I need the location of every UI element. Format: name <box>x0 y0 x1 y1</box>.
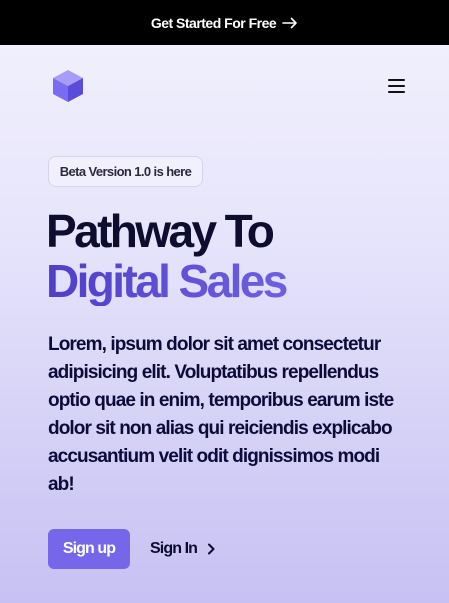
hero-headline: Pathway To Digital Sales <box>46 206 426 306</box>
headline-line-1: Pathway To <box>46 205 275 257</box>
get-started-label: Get Started For Free <box>150 14 277 31</box>
beta-badge: Beta Version 1.0 is here <box>48 156 203 187</box>
get-started-banner[interactable]: Get Started For Free <box>0 0 449 45</box>
signin-label: Sign In <box>150 540 198 557</box>
hamburger-menu-icon[interactable] <box>388 76 408 96</box>
navbar <box>48 66 408 106</box>
arrow-right-icon <box>282 17 298 29</box>
hero-description: Lorem, ipsum dolor sit amet consectetur … <box>48 334 394 495</box>
chevron-right-icon <box>207 543 215 555</box>
hero-actions: Sign up Sign In <box>48 529 215 569</box>
signin-link[interactable]: Sign In <box>150 540 215 558</box>
headline-line-2: Digital Sales <box>46 256 426 306</box>
signup-button[interactable]: Sign up <box>48 529 130 569</box>
cube-logo-icon[interactable] <box>48 66 88 106</box>
